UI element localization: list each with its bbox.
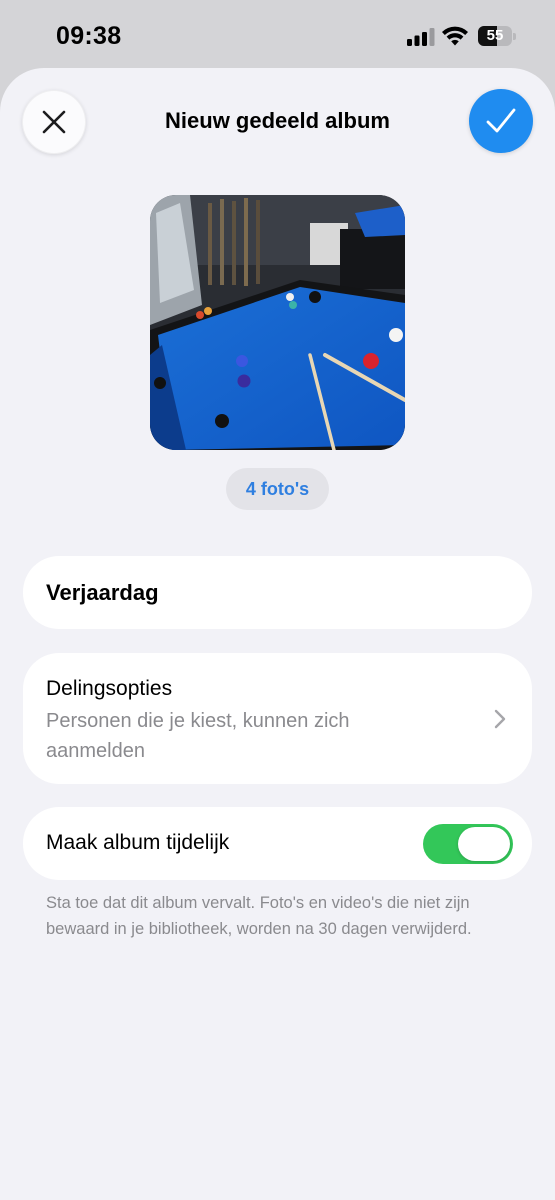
- temporary-album-row: Maak album tijdelijk: [23, 807, 532, 880]
- confirm-button[interactable]: [469, 89, 533, 153]
- album-name-field[interactable]: Verjaardag: [23, 556, 532, 629]
- sharing-options-title: Delingsopties: [46, 677, 173, 700]
- sharing-options-row[interactable]: Delingsopties Personen die je kiest, kun…: [23, 653, 532, 784]
- battery-body: 55: [478, 26, 512, 46]
- album-cover-photo[interactable]: [150, 195, 405, 450]
- battery-indicator: 55: [478, 26, 516, 46]
- temporary-album-label: Maak album tijdelijk: [46, 831, 230, 854]
- status-bar: 09:38 55: [0, 0, 555, 70]
- new-shared-album-sheet: Nieuw gedeeld album 4 foto's Verjaardag …: [0, 68, 555, 1200]
- cellular-signal-icon: [407, 28, 435, 46]
- toggle-knob: [458, 827, 510, 861]
- album-name-value: Verjaardag: [46, 580, 159, 605]
- sharing-options-description: Personen die je kiest, kunnen zich aanme…: [46, 710, 350, 762]
- chevron-right-icon: [494, 709, 506, 729]
- pool-table-photo: [150, 195, 405, 450]
- temporary-album-toggle[interactable]: [423, 824, 513, 864]
- checkmark-icon: [486, 108, 516, 133]
- wifi-icon: [442, 26, 468, 46]
- temporary-album-footnote: Sta toe dat dit album vervalt. Foto's en…: [46, 894, 472, 938]
- status-time: 09:38: [56, 22, 122, 50]
- battery-level: 55: [486, 27, 504, 44]
- battery-tip: [513, 33, 516, 40]
- photo-count-pill[interactable]: 4 foto's: [226, 468, 329, 510]
